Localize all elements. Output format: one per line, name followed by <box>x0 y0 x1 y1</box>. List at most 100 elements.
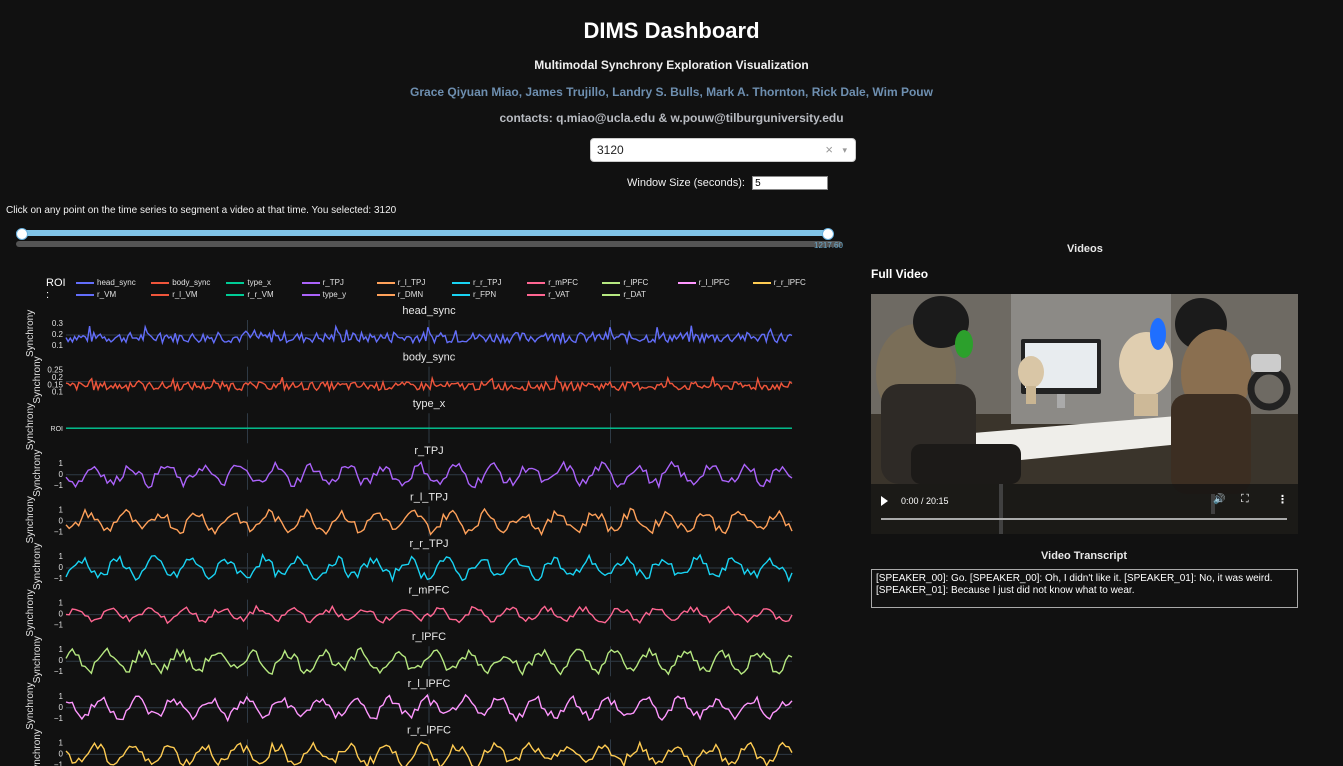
slider-max-label: 1217.60 <box>814 241 843 250</box>
legend-label: r_DAT <box>623 290 646 299</box>
legend-swatch <box>151 281 170 284</box>
slider-start-handle[interactable] <box>16 228 28 240</box>
video-player[interactable]: 0:00 / 20:15 🔊 ⛶ ⋮ <box>871 294 1298 534</box>
tick-label: 1 <box>59 645 64 654</box>
page-title: DIMS Dashboard <box>583 18 760 43</box>
legend-item-r_r_lPFC[interactable]: r_r_lPFC <box>752 278 806 287</box>
tick-label: −1 <box>54 481 64 490</box>
legend-swatch <box>376 293 395 296</box>
legend-label: r_l_VM <box>172 290 198 299</box>
legend-item-r_l_VM[interactable]: r_l_VM <box>151 290 198 299</box>
legend-swatch <box>527 281 546 284</box>
videos-section-title: Videos <box>1067 243 1103 255</box>
subplot-title: r_TPJ <box>414 445 443 457</box>
volume-icon[interactable]: 🔊 <box>1213 494 1225 505</box>
tick-label: 0 <box>59 470 64 479</box>
y-axis-label: Synchrony <box>32 450 43 497</box>
legend-label: r_VAT <box>548 290 570 299</box>
legend-swatch <box>76 281 94 284</box>
legend-swatch <box>226 281 245 284</box>
legend-label: r_l_TPJ <box>397 278 426 287</box>
legend-swatch <box>527 293 546 296</box>
transcript-title: Video Transcript <box>1041 550 1127 562</box>
time-scroll-rail[interactable] <box>16 241 842 247</box>
tick-label: 1 <box>59 552 64 561</box>
y-axis-label: Synchrony <box>32 636 43 683</box>
legend-swatch <box>301 293 320 296</box>
y-axis-label: Synchrony <box>25 589 36 636</box>
legend-label: type_y <box>322 290 347 299</box>
y-axis-label: Synchrony <box>25 310 36 357</box>
chevron-down-icon[interactable]: ▾ <box>842 139 847 161</box>
tick-label: −1 <box>54 714 64 723</box>
legend-label: r_r_lPFC <box>773 278 806 287</box>
legend-label: r_lPFC <box>623 278 649 287</box>
legend-label: head_sync <box>97 278 136 287</box>
subplot-title: r_lPFC <box>412 631 446 643</box>
legend-item-r_r_VM[interactable]: r_r_VM <box>226 290 274 299</box>
legend-swatch <box>677 281 696 284</box>
window-size-control: Window Size (seconds): <box>627 176 829 190</box>
time-range-slider[interactable] <box>16 230 828 236</box>
tick-label: 0.2 <box>52 330 64 339</box>
legend-swatch <box>151 293 170 296</box>
clear-icon[interactable]: × <box>825 139 833 161</box>
legend-label: r_r_VM <box>247 290 274 299</box>
contacts-line: contacts: q.miao@ucla.edu & w.pouw@tilbu… <box>499 111 844 125</box>
legend-item-r_l_lPFC[interactable]: r_l_lPFC <box>677 278 730 287</box>
y-axis-label: Synchrony <box>25 403 36 450</box>
legend-item-r_DMN[interactable]: r_DMN <box>376 290 423 299</box>
tick-label: 0.1 <box>52 388 64 397</box>
legend-swatch <box>602 293 621 296</box>
legend-item-type_x[interactable]: type_x <box>226 278 271 287</box>
legend-item-r_VM[interactable]: r_VM <box>76 290 116 299</box>
tick-label: −1 <box>54 760 64 766</box>
transcript-box: [SPEAKER_00]: Go. [SPEAKER_00]: Oh, I di… <box>871 569 1298 608</box>
tick-label: 1 <box>59 738 64 747</box>
window-size-input[interactable] <box>752 176 829 190</box>
synchrony-chart[interactable]: head_sync0.30.20.1Synchronybody_sync0.25… <box>0 300 800 766</box>
page-subtitle: Multimodal Synchrony Exploration Visuali… <box>534 58 809 72</box>
legend-item-r_DAT[interactable]: r_DAT <box>602 290 646 299</box>
full-video-title: Full Video <box>871 267 929 281</box>
legend-item-r_mPFC[interactable]: r_mPFC <box>527 278 578 287</box>
subplot-title: r_l_lPFC <box>408 678 451 690</box>
legend-title: ROI : <box>46 277 66 301</box>
tick-label: 0 <box>59 516 64 525</box>
legend-swatch <box>602 281 621 284</box>
tick-label: 0.3 <box>52 319 64 328</box>
legend-label: type_x <box>247 278 271 287</box>
subplot-title: r_l_TPJ <box>410 491 448 503</box>
legend-item-head_sync[interactable]: head_sync <box>76 278 136 287</box>
tick-label: −1 <box>54 667 64 676</box>
legend-label: r_mPFC <box>548 278 578 287</box>
legend-swatch <box>452 293 470 296</box>
subplot-title: r_mPFC <box>409 585 450 597</box>
legend-label: r_FPN <box>473 290 497 299</box>
legend-item-body_sync[interactable]: body_sync <box>151 278 210 287</box>
subplot-title: body_sync <box>403 352 456 364</box>
tick-label: 0 <box>59 749 64 758</box>
play-icon[interactable] <box>881 496 888 506</box>
y-axis-label: Synchrony <box>32 356 43 403</box>
tick-label: ROI <box>51 426 64 433</box>
tick-label: 0.1 <box>52 341 64 350</box>
more-options-icon[interactable]: ⋮ <box>1277 493 1288 506</box>
subplot-title: head_sync <box>402 305 456 317</box>
video-progress-bar[interactable] <box>881 518 1287 520</box>
legend-label: body_sync <box>172 278 211 287</box>
legend-swatch <box>752 281 771 284</box>
dataset-dropdown[interactable]: 3120 × ▾ <box>590 138 856 162</box>
slider-end-handle[interactable] <box>822 228 834 240</box>
legend-item-r_r_TPJ[interactable]: r_r_TPJ <box>452 278 501 287</box>
legend-item-r_VAT[interactable]: r_VAT <box>527 290 570 299</box>
legend-item-r_TPJ[interactable]: r_TPJ <box>301 278 344 287</box>
legend-item-type_y[interactable]: type_y <box>301 290 347 299</box>
subplot-title: r_r_TPJ <box>409 538 448 550</box>
legend-item-r_FPN[interactable]: r_FPN <box>452 290 496 299</box>
legend-label: r_VM <box>97 290 117 299</box>
legend-item-r_l_TPJ[interactable]: r_l_TPJ <box>376 278 426 287</box>
fullscreen-icon[interactable]: ⛶ <box>1241 493 1249 506</box>
tick-label: 1 <box>59 459 64 468</box>
legend-item-r_lPFC[interactable]: r_lPFC <box>602 278 648 287</box>
